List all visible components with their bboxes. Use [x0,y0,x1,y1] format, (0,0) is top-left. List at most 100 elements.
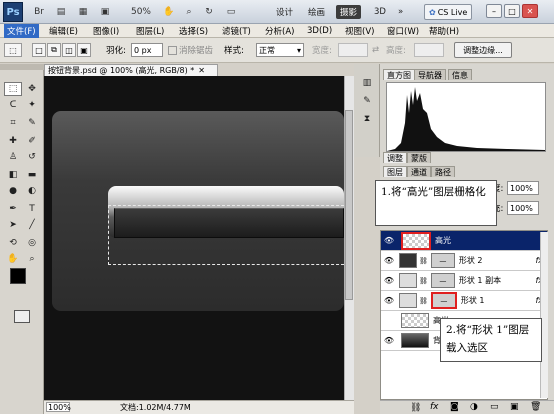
zoom-field[interactable]: 100% [46,402,71,412]
menu-help[interactable]: 帮助(H) [426,24,462,38]
refine-edge-button[interactable]: 调整边缘... [454,42,512,58]
clone-stamp-icon[interactable]: ♙ [4,150,22,164]
width-input[interactable] [338,43,368,57]
eye-icon[interactable]: 👁 [383,336,395,345]
magic-wand-icon[interactable]: ✦ [23,98,41,112]
menu-file[interactable]: 文件(F) [4,24,39,38]
3d-orbit-icon[interactable]: ◎ [23,236,41,250]
add-mask-icon[interactable]: ◙ [450,402,459,412]
menu-layer[interactable]: 图层(L) [133,24,167,38]
minimize-button[interactable]: – [486,4,502,18]
tab-info[interactable]: 信息 [448,69,472,80]
style-select[interactable]: 正常 ▾ [256,43,304,57]
pen-tool-icon[interactable]: ✒ [4,202,22,216]
brush-tool-icon[interactable]: ✐ [23,134,41,148]
adjustment-layer-icon[interactable]: ◑ [470,402,478,412]
eye-icon[interactable]: 👁 [383,236,395,245]
close-tab-icon[interactable]: ✕ [198,66,205,75]
quick-mask-icon[interactable] [14,310,30,323]
scrollbar-thumb[interactable] [345,110,353,300]
layer-comps-icon[interactable]: ▥ [358,76,376,90]
hand-tool-icon[interactable]: ✋ [4,252,22,266]
zoom-tool-icon[interactable]: ⌕ [180,4,198,20]
path-selection-icon[interactable]: ➤ [4,218,22,232]
document-tab[interactable]: 按钮背景.psd @ 100% (高光, RGB/8) * ✕ [44,64,218,76]
zoom-level-menu[interactable]: 50% [126,4,156,20]
line-shape-icon[interactable]: ╱ [23,218,41,232]
rectangular-marquee-icon[interactable]: ⬚ [4,82,22,96]
minibridge-icon[interactable]: ▤ [52,4,70,20]
menu-view[interactable]: 视图(V) [342,24,377,38]
menu-analysis[interactable]: 分析(A) [262,24,297,38]
height-input[interactable] [414,43,444,57]
eye-icon[interactable]: 👁 [383,296,395,305]
crop-tool-icon[interactable]: ⌗ [4,116,22,130]
layer-row[interactable]: 👁 ⛓ — 形状 2 fx [381,251,547,271]
tab-masks[interactable]: 蒙版 [407,152,431,163]
add-style-icon[interactable]: fx [430,402,439,412]
menu-select[interactable]: 选择(S) [176,24,211,38]
tab-histogram[interactable]: 直方图 [383,69,415,80]
tab-adjustments[interactable]: 调整 [383,152,407,163]
link-layers-icon[interactable]: ⛓ [410,403,421,413]
workspace-more[interactable]: » [394,5,407,19]
tools-panel-header[interactable] [0,64,44,70]
bridge-icon[interactable]: Br [30,4,48,20]
blur-tool-icon[interactable]: ● [4,184,22,198]
hand-tool-icon[interactable]: ✋ [160,4,178,20]
cs-live-button[interactable]: ✿ CS Live [424,4,473,20]
tab-layers[interactable]: 图层 [383,166,407,177]
history-icon[interactable]: ⧗ [358,112,376,126]
trash-icon[interactable]: 🗑 [530,402,541,412]
antialias-checkbox[interactable]: 消除锯齿 [168,43,213,57]
menu-edit[interactable]: 编辑(E) [46,24,81,38]
dodge-tool-icon[interactable]: ◐ [23,184,41,198]
feather-input[interactable]: 0 px [131,43,163,57]
eyedropper-icon[interactable]: ✎ [23,116,41,130]
lasso-tool-icon[interactable]: ᑕ [4,98,22,112]
type-tool-icon[interactable]: T [23,202,41,216]
brush-presets-icon[interactable]: ✎ [358,94,376,108]
opacity-input[interactable]: 100% [507,181,539,195]
rotate-view-icon[interactable]: ↻ [200,4,218,20]
eye-icon[interactable]: 👁 [383,256,395,265]
layer-row[interactable]: 👁 ⛓ — 形状 1 副本 fx [381,271,547,291]
history-brush-icon[interactable]: ↺ [23,150,41,164]
extras-icon[interactable]: ▦ [74,4,92,20]
workspace-photography[interactable]: 摄影 [336,5,362,19]
layers-scrollbar[interactable] [540,232,548,398]
arrange-icon[interactable]: ▣ [96,4,114,20]
foreground-color-swatch[interactable] [10,268,26,284]
subtract-selection-icon[interactable]: ◫ [62,43,76,57]
intersect-selection-icon[interactable]: ▣ [77,43,91,57]
workspace-design[interactable]: 设计 [272,5,297,19]
zoom-tool-icon[interactable]: ⌕ [23,252,41,266]
close-button[interactable]: ✕ [522,4,538,18]
screen-mode-icon[interactable]: ▭ [222,4,240,20]
new-selection-icon[interactable]: □ [32,43,46,57]
eraser-tool-icon[interactable]: ◧ [4,168,22,182]
new-layer-icon[interactable]: ▣ [510,402,519,412]
layer-row[interactable]: 👁 高光 [381,231,547,251]
tab-navigator[interactable]: 导航器 [414,69,446,80]
gradient-tool-icon[interactable]: ▬ [23,168,41,182]
tab-paths[interactable]: 路径 [431,166,455,177]
eye-icon[interactable]: 👁 [383,276,395,285]
3d-rotate-icon[interactable]: ⟲ [4,236,22,250]
menu-filter[interactable]: 滤镜(T) [219,24,254,38]
move-tool-icon[interactable]: ✥ [23,82,41,96]
workspace-painting[interactable]: 绘画 [304,5,329,19]
layer-row[interactable]: 👁 ⛓ — 形状 1 fx [381,291,547,311]
maximize-button[interactable]: □ [504,4,520,18]
tab-channels[interactable]: 通道 [407,166,431,177]
add-selection-icon[interactable]: ⧉ [47,43,61,57]
new-group-icon[interactable]: ▭ [490,402,499,412]
workspace-3d[interactable]: 3D [370,5,390,19]
menu-window[interactable]: 窗口(W) [384,24,422,38]
menu-3d[interactable]: 3D(D) [304,24,335,38]
fill-input[interactable]: 100% [507,201,539,215]
menu-image[interactable]: 图像(I) [90,24,122,38]
healing-brush-icon[interactable]: ✚ [4,134,22,148]
swap-icon[interactable]: ⇄ [372,43,379,57]
tool-preset-picker[interactable]: ⬚ [4,43,22,57]
